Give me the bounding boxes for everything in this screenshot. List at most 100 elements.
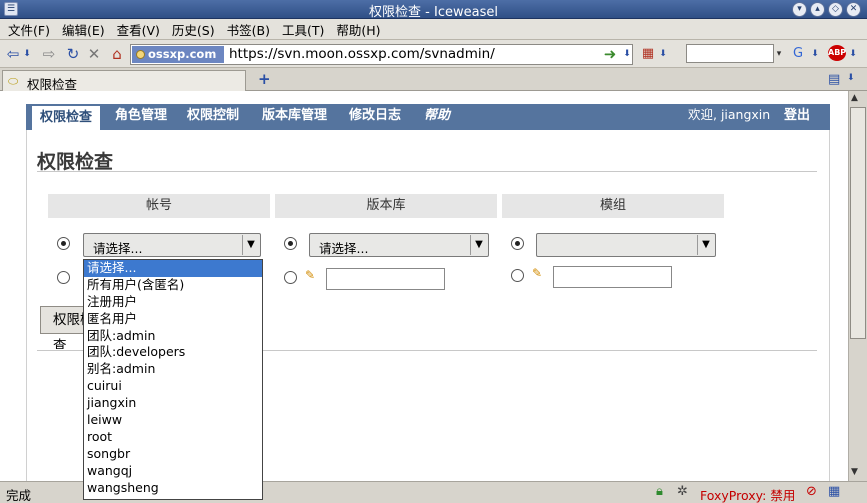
dropdown-option[interactable]: yangzw (84, 496, 262, 499)
close-icon[interactable]: ✕ (846, 2, 861, 17)
nav-change-log[interactable]: 修改日志 (349, 104, 401, 130)
search-engine-dropdown-icon[interactable]: ▾ (774, 45, 784, 63)
menu-edit[interactable]: 编辑(E) (62, 20, 105, 39)
window-titlebar: ☰ 权限检查 - Iceweasel ▾ ▴ ◇ ✕ (0, 0, 867, 20)
menu-help[interactable]: 帮助(H) (336, 20, 380, 39)
dropdown-option[interactable]: root (84, 429, 262, 446)
page-title: 权限检查 (37, 151, 114, 173)
adblock-icon[interactable]: ABP (828, 45, 846, 61)
maximize-icon[interactable]: ▴ (810, 2, 825, 17)
title-divider (37, 171, 817, 172)
search-go-icon[interactable]: ⬇ (810, 45, 820, 63)
welcome-text: 欢迎, jiangxin (688, 107, 771, 122)
pencil-icon: ✎ (532, 266, 543, 280)
repo-manual-input[interactable] (326, 268, 445, 290)
module-manual-input[interactable] (553, 266, 672, 288)
nav-repository-management[interactable]: 版本库管理 (262, 104, 327, 130)
repo-select-value: 请选择... (319, 241, 369, 256)
module-select[interactable]: ▼ (536, 233, 716, 257)
url-bar[interactable]: ossxp.com https://svn.moon.ossxp.com/svn… (130, 44, 633, 65)
tab-favicon-icon: ⬭ (8, 74, 19, 88)
window-title: 权限检查 - Iceweasel (369, 5, 498, 20)
app-nav: 权限检查 角色管理 权限控制 版本库管理 修改日志 帮助 欢迎, jiangxi… (26, 104, 830, 130)
module-manual-radio[interactable] (511, 269, 524, 282)
dropdown-option[interactable]: jiangxin (84, 395, 262, 412)
restore-icon[interactable]: ◇ (828, 2, 843, 17)
pencil-icon: ✎ (305, 268, 316, 282)
nav-permission-control[interactable]: 权限控制 (187, 104, 239, 130)
account-dropdown-list[interactable]: 请选择... 所有用户(含匿名) 注册用户 匿名用户 团队:admin 团队:d… (83, 259, 263, 500)
minimize-icon[interactable]: ▾ (792, 2, 807, 17)
google-icon[interactable]: G (790, 45, 806, 63)
chevron-down-icon[interactable]: ▼ (697, 235, 714, 255)
menu-tools[interactable]: 工具(T) (282, 20, 324, 39)
dropdown-option[interactable]: cuirui (84, 378, 262, 395)
dropdown-option[interactable]: songbr (84, 446, 262, 463)
dropdown-option[interactable]: 所有用户(含匿名) (84, 277, 262, 294)
forward-icon[interactable]: ⇨ (42, 45, 56, 63)
bug-icon[interactable]: ✲ (677, 484, 688, 499)
dropdown-option[interactable]: wangsheng (84, 480, 262, 497)
account-select-radio[interactable] (57, 237, 70, 250)
go-icon[interactable]: ➜ (603, 45, 617, 63)
back-icon[interactable]: ⇦ (6, 45, 20, 63)
dropdown-option[interactable]: wangqj (84, 463, 262, 480)
dropdown-option[interactable]: 别名:admin (84, 361, 262, 378)
url-dropdown-icon[interactable]: ⬇ (622, 45, 632, 63)
dropdown-option[interactable]: 注册用户 (84, 294, 262, 311)
logout-link[interactable]: 登出 (784, 104, 810, 130)
search-input[interactable] (686, 44, 774, 63)
page-right-border (829, 130, 830, 481)
navigation-toolbar: ⇦ ⬇ ⇨ ↻ ✕ ⌂ ossxp.com https://svn.moon.o… (0, 40, 867, 68)
nav-help[interactable]: 帮助 (424, 104, 450, 130)
repo-select-radio[interactable] (284, 237, 297, 250)
dropdown-option[interactable]: 匿名用户 (84, 311, 262, 328)
proxy-disabled-icon[interactable]: ⊘ (806, 484, 817, 499)
feed-dropdown-icon[interactable]: ⬇ (658, 45, 668, 63)
menu-bookmarks[interactable]: 书签(B) (227, 20, 270, 39)
column-header-repository: 版本库 (275, 194, 497, 218)
chevron-down-icon[interactable]: ▼ (242, 235, 259, 255)
dropdown-option[interactable]: 团队:admin (84, 328, 262, 345)
chevron-down-icon[interactable]: ▼ (470, 235, 487, 255)
column-header-module: 模组 (502, 194, 724, 218)
adblock-dropdown-icon[interactable]: ⬇ (848, 45, 858, 63)
repo-manual-radio[interactable] (284, 271, 297, 284)
nav-role-management[interactable]: 角色管理 (115, 104, 167, 130)
reload-icon[interactable]: ↻ (64, 45, 82, 63)
menu-history[interactable]: 历史(S) (172, 20, 215, 39)
stop-icon[interactable]: ✕ (86, 45, 102, 63)
site-identity-badge[interactable]: ossxp.com (132, 46, 224, 63)
site-badge-label: ossxp.com (148, 47, 217, 61)
new-tab-icon[interactable]: + (258, 70, 271, 88)
bookmarks-sidebar-icon[interactable]: ▤ (828, 72, 840, 87)
url-input[interactable]: https://svn.moon.ossxp.com/svnadmin/ (229, 46, 495, 63)
page-left-border (26, 130, 27, 481)
menu-bar: 文件(F) 编辑(E) 查看(V) 历史(S) 书签(B) 工具(T) 帮助(H… (0, 19, 867, 40)
menu-view[interactable]: 查看(V) (117, 20, 160, 39)
feed-icon[interactable]: ▦ (640, 45, 656, 63)
module-select-radio[interactable] (511, 237, 524, 250)
dropdown-option[interactable]: leiww (84, 412, 262, 429)
menu-file[interactable]: 文件(F) (8, 20, 50, 39)
nav-permission-check[interactable]: 权限检查 (32, 104, 101, 130)
home-icon[interactable]: ⌂ (108, 45, 126, 63)
scrollbar-thumb[interactable] (850, 107, 866, 339)
account-select[interactable]: 请选择... ▼ (83, 233, 261, 257)
tab-list-icon[interactable]: ⬇ (847, 73, 855, 83)
lock-icon[interactable]: 🔒︎ (656, 484, 663, 499)
dropdown-option[interactable]: 请选择... (84, 260, 262, 277)
foxyproxy-status[interactable]: FoxyProxy: 禁用 (700, 485, 795, 503)
back-dropdown-icon[interactable]: ⬇ (22, 45, 32, 63)
account-select-value: 请选择... (93, 241, 143, 256)
feed-icon[interactable]: ▦ (828, 484, 840, 499)
tab-bar: ⬭ 权限检查 ▤ ⬇ (0, 68, 867, 92)
dropdown-option[interactable]: 团队:developers (84, 344, 262, 361)
account-manual-radio[interactable] (57, 271, 70, 284)
repo-select[interactable]: 请选择... ▼ (309, 233, 489, 257)
scroll-up-icon[interactable]: ▲ (851, 93, 858, 103)
column-header-account: 帐号 (48, 194, 270, 218)
vertical-scrollbar[interactable]: ▲ ▼ (848, 91, 867, 481)
scroll-down-icon[interactable]: ▼ (851, 467, 858, 477)
tab-permission-check[interactable]: ⬭ 权限检查 (2, 70, 246, 92)
